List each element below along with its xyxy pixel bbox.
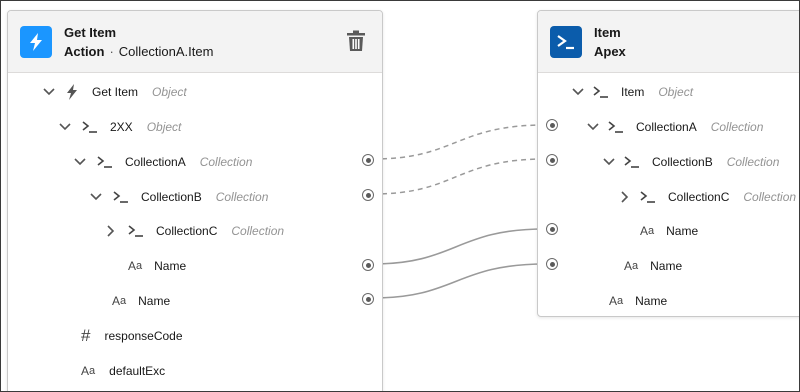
target-node-card[interactable]: Item Apex Item Object CollectionA Collec… bbox=[537, 10, 799, 317]
tree-row-get-item[interactable]: Get Item Object bbox=[42, 82, 187, 102]
output-port-collectiona[interactable] bbox=[362, 154, 374, 166]
tree-row-label: CollectionA bbox=[636, 120, 697, 134]
input-port-collectionb[interactable] bbox=[546, 154, 558, 166]
trash-icon[interactable] bbox=[346, 30, 366, 52]
text-icon: Aa bbox=[128, 259, 143, 273]
chevron-right-icon[interactable] bbox=[104, 224, 118, 238]
tree-row-label: Name bbox=[666, 224, 699, 238]
target-node-header: Item Apex bbox=[538, 11, 799, 73]
input-port-name-nested[interactable] bbox=[546, 223, 558, 235]
output-port-name[interactable] bbox=[362, 293, 374, 305]
tree-row-type: Object bbox=[152, 85, 187, 99]
tree-row-label: Name bbox=[635, 294, 668, 308]
tree-row-label: CollectionA bbox=[125, 155, 186, 169]
source-node-title: Get Item bbox=[64, 25, 117, 40]
tree-row-name-item[interactable]: Aa Name bbox=[609, 291, 667, 311]
lightning-icon bbox=[20, 26, 52, 58]
prompt-icon bbox=[113, 188, 129, 206]
source-node-card[interactable]: Get Item Action · CollectionA.Item Get Ite… bbox=[7, 10, 383, 391]
tree-row-collectionc[interactable]: CollectionC Collection bbox=[618, 187, 796, 207]
tree-row-2xx[interactable]: 2XX Object bbox=[58, 117, 181, 137]
chevron-down-icon[interactable] bbox=[571, 85, 585, 99]
tree-row-responsecode[interactable]: # responseCode bbox=[81, 326, 183, 346]
text-icon: Aa bbox=[81, 364, 96, 378]
tree-row-defaultexc[interactable]: Aa defaultExc bbox=[81, 361, 165, 381]
target-node-title: Item bbox=[594, 25, 621, 40]
chevron-down-icon[interactable] bbox=[586, 120, 600, 134]
tree-row-label: Get Item bbox=[92, 85, 139, 99]
tree-row-collectiona[interactable]: CollectionA Collection bbox=[73, 152, 252, 172]
tree-row-type: Object bbox=[658, 85, 694, 99]
tree-row-collectionb[interactable]: CollectionB Collection bbox=[602, 152, 779, 172]
tree-row-name[interactable]: Aa Name bbox=[112, 291, 170, 311]
chevron-down-icon[interactable] bbox=[602, 155, 616, 169]
tree-row-collectionb[interactable]: CollectionB Collection bbox=[89, 187, 268, 207]
prompt-icon bbox=[97, 153, 113, 171]
source-node-kind: Action bbox=[64, 44, 105, 59]
tree-row-label: Name bbox=[650, 259, 683, 273]
tree-row-collectionc[interactable]: CollectionC Collection bbox=[104, 221, 284, 241]
target-node-subtitle: Apex bbox=[594, 44, 626, 59]
tree-row-item[interactable]: Item Object bbox=[571, 82, 693, 102]
prompt-icon bbox=[624, 153, 640, 171]
hash-icon: # bbox=[81, 326, 91, 345]
tree-row-type: Object bbox=[146, 120, 182, 134]
prompt-icon bbox=[82, 118, 98, 136]
tree-row-name-nested[interactable]: Aa Name bbox=[640, 221, 698, 241]
text-icon: Aa bbox=[112, 294, 127, 308]
tree-row-type: Collection bbox=[199, 155, 253, 169]
text-icon: Aa bbox=[624, 259, 639, 273]
tree-row-label: Name bbox=[154, 259, 187, 273]
source-node-subtitle: Action · CollectionA.Item bbox=[64, 44, 213, 59]
tree-row-label: defaultExc bbox=[109, 364, 166, 378]
input-port-collectiona[interactable] bbox=[546, 119, 558, 131]
mapping-canvas: Get Item Action · CollectionA.Item Get Ite… bbox=[0, 0, 800, 392]
tree-row-label: 2XX bbox=[110, 120, 133, 134]
prompt-icon bbox=[640, 188, 656, 206]
tree-row-label: responseCode bbox=[104, 329, 183, 343]
chevron-down-icon[interactable] bbox=[89, 190, 103, 204]
text-icon: Aa bbox=[609, 294, 624, 308]
tree-row-label: CollectionC bbox=[668, 190, 730, 204]
tree-row-label: CollectionB bbox=[652, 155, 713, 169]
lightning-icon bbox=[66, 83, 78, 101]
output-port-name-nested[interactable] bbox=[362, 259, 374, 271]
tree-row-label: Name bbox=[138, 294, 171, 308]
chevron-down-icon[interactable] bbox=[73, 155, 87, 169]
connection-name-solid-2[interactable] bbox=[372, 263, 546, 299]
source-node-header: Get Item Action · CollectionA.Item bbox=[8, 11, 382, 73]
tree-row-type: Collection bbox=[215, 190, 269, 204]
prompt-icon bbox=[608, 118, 624, 136]
connection-name-solid-1[interactable] bbox=[372, 228, 546, 265]
prompt-icon bbox=[593, 83, 609, 101]
output-port-collectionb[interactable] bbox=[362, 189, 374, 201]
connection-collectiona-dashed[interactable] bbox=[372, 124, 546, 160]
prompt-icon bbox=[128, 222, 144, 240]
text-icon: Aa bbox=[640, 224, 655, 238]
source-node-path: CollectionA.Item bbox=[118, 44, 214, 59]
chevron-down-icon[interactable] bbox=[58, 120, 72, 134]
tree-row-label: Item bbox=[621, 85, 645, 99]
tree-row-label: CollectionC bbox=[156, 224, 218, 238]
tree-row-name-nested[interactable]: Aa Name bbox=[128, 256, 186, 276]
tree-row-type: Collection bbox=[743, 190, 797, 204]
connection-collectionb-dashed[interactable] bbox=[372, 158, 546, 195]
tree-row-type: Collection bbox=[710, 120, 764, 134]
chevron-down-icon[interactable] bbox=[42, 85, 56, 99]
input-port-name-collectiona[interactable] bbox=[546, 258, 558, 270]
tree-row-collectiona[interactable]: CollectionA Collection bbox=[586, 117, 763, 137]
tree-row-label: CollectionB bbox=[141, 190, 202, 204]
apex-icon bbox=[550, 26, 582, 58]
subtitle-separator: · bbox=[109, 44, 114, 59]
tree-row-name-collectiona[interactable]: Aa Name bbox=[624, 256, 682, 276]
tree-row-type: Collection bbox=[231, 224, 285, 238]
tree-row-type: Collection bbox=[726, 155, 780, 169]
chevron-right-icon[interactable] bbox=[618, 190, 632, 204]
